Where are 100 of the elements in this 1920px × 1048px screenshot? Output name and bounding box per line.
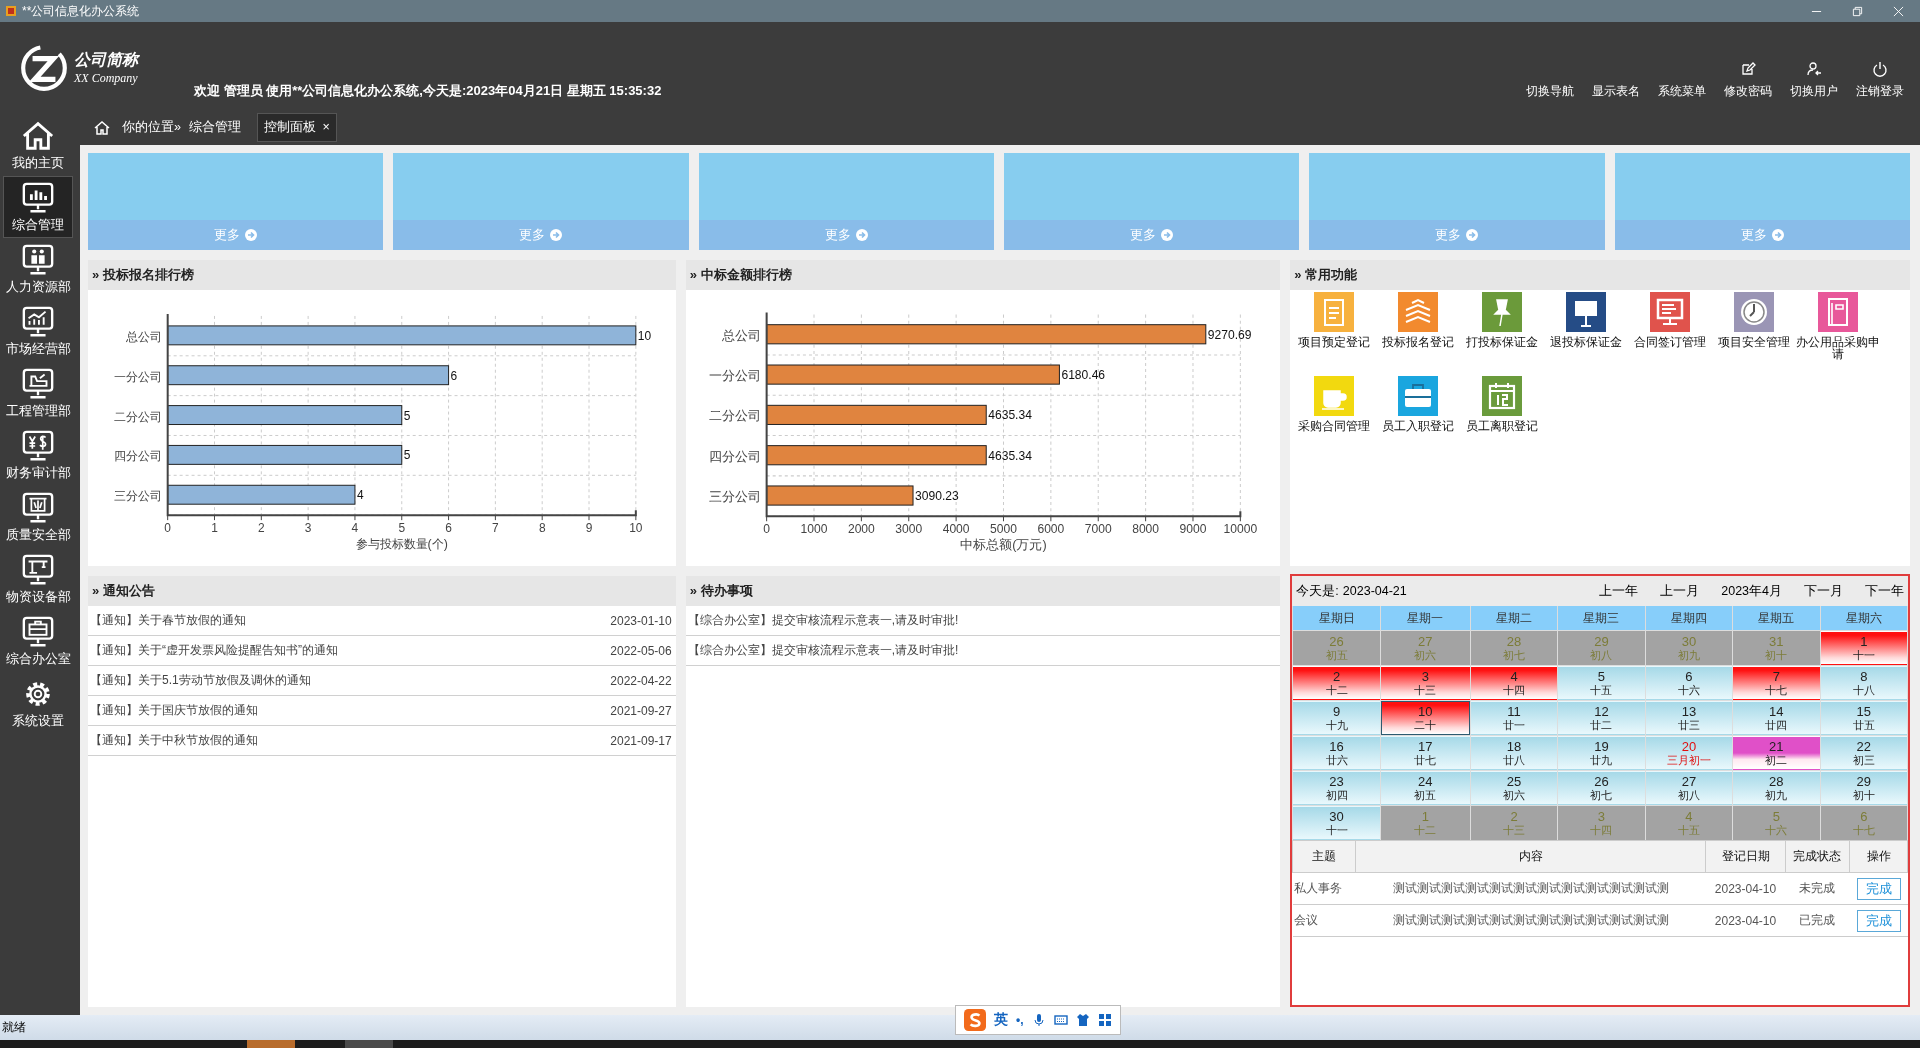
- calendar-day[interactable]: 18 廿八: [1470, 736, 1558, 770]
- calendar-day[interactable]: 7 十七: [1733, 666, 1820, 700]
- calendar-day[interactable]: 9 十九: [1293, 701, 1380, 735]
- calendar-day[interactable]: 17 廿七: [1380, 736, 1470, 770]
- shortcut-item[interactable]: 员工入职登记: [1376, 376, 1461, 460]
- nav-link[interactable]: 下一月: [1804, 582, 1843, 600]
- calendar-day[interactable]: 5 十五: [1558, 666, 1645, 700]
- axis-title: 参与投标数量(个): [355, 537, 448, 551]
- calendar-day[interactable]: 13 廿三: [1645, 701, 1733, 735]
- sidebar-item[interactable]: 我的主页: [3, 114, 73, 176]
- calendar-day[interactable]: 4 十四: [1470, 666, 1558, 700]
- ime-logo-icon[interactable]: [964, 1009, 986, 1031]
- column-header: 登记日期: [1705, 840, 1786, 873]
- weekday-header: 星期六: [1820, 606, 1907, 630]
- sidebar-item[interactable]: 工程管理部: [3, 362, 73, 424]
- tick-label: 8000: [1131, 522, 1159, 537]
- sidebar-item[interactable]: 综合办公室: [3, 610, 73, 672]
- calendar-day[interactable]: 26 初七: [1558, 771, 1645, 805]
- close-icon[interactable]: [1893, 5, 1904, 17]
- calendar-day[interactable]: 6 十六: [1645, 666, 1733, 700]
- app-icon: [4, 4, 18, 18]
- data-label: 5: [403, 408, 411, 423]
- keyboard-icon[interactable]: [1053, 1013, 1068, 1027]
- header-menu-item[interactable]: 系统菜单: [1654, 83, 1710, 100]
- calendar-day[interactable]: 14 廿四: [1733, 701, 1820, 735]
- microphone-icon[interactable]: [1031, 1013, 1046, 1027]
- sidebar-item[interactable]: 质量安全部: [3, 486, 73, 548]
- header-menu-item[interactable]: 切换用户: [1786, 61, 1842, 100]
- sidebar-item[interactable]: 系统设置: [3, 672, 73, 734]
- calendar-day[interactable]: 11 廿一: [1470, 701, 1558, 735]
- header-menu-item[interactable]: 切换导航: [1522, 83, 1578, 100]
- notice-date: 2023-01-10: [610, 613, 672, 628]
- notice-link[interactable]: 【通知】关于国庆节放假的通知: [90, 702, 258, 719]
- shortcut-item[interactable]: 员工离职登记: [1460, 376, 1545, 460]
- shortcut-item[interactable]: 退投标保证金: [1544, 292, 1629, 376]
- shortcut-item[interactable]: 采购合同管理: [1292, 376, 1377, 460]
- ime-mode[interactable]: 英: [994, 1011, 1008, 1029]
- shortcut-item[interactable]: 项目预定登记: [1292, 292, 1377, 376]
- weekday-header: 星期二: [1470, 606, 1558, 630]
- breadcrumb-link[interactable]: 综合管理: [188, 119, 241, 136]
- restore-icon[interactable]: [1852, 5, 1863, 17]
- notice-link[interactable]: 【通知】关于中秋节放假的通知: [90, 732, 258, 749]
- tab[interactable]: 控制面板 ×: [256, 113, 337, 142]
- grid-icon[interactable]: [1097, 1013, 1112, 1027]
- complete-button[interactable]: 完成: [1856, 877, 1901, 900]
- nav-link[interactable]: 上一年: [1599, 582, 1639, 600]
- notice-link[interactable]: 【通知】关于“虚开发票风险提醒告知书”的通知: [90, 642, 338, 659]
- arrow-icon: [855, 229, 868, 241]
- sidebar-item[interactable]: 人力资源部: [3, 238, 73, 300]
- calendar-day[interactable]: 19 廿九: [1558, 736, 1645, 770]
- calendar-day[interactable]: 30 十一: [1293, 806, 1380, 840]
- header-menu-item[interactable]: 注销登录: [1852, 61, 1908, 100]
- calendar-day[interactable]: 25 初六: [1470, 771, 1558, 805]
- calendar-day[interactable]: 23 初四: [1293, 771, 1380, 805]
- axis-title: 中标总额(万元): [959, 538, 1047, 553]
- calendar-day[interactable]: 21 初二: [1733, 736, 1820, 770]
- calendar-day[interactable]: 10 二十: [1380, 701, 1470, 735]
- sidebar-item[interactable]: 物资设备部: [3, 548, 73, 610]
- todo-link[interactable]: 【综合办公室】提交审核流程示意表一,请及时审批!: [687, 642, 959, 659]
- sidebar-item[interactable]: 财务审计部: [3, 424, 73, 486]
- calendar-day[interactable]: 15 廿五: [1820, 701, 1907, 735]
- monitor-icon: [21, 552, 55, 587]
- monitor-icon: [21, 304, 55, 339]
- calendar-day[interactable]: 3 十三: [1380, 666, 1470, 700]
- shortcut-item[interactable]: 合同签订管理: [1628, 292, 1713, 376]
- shortcut-item[interactable]: 项目安全管理: [1712, 292, 1797, 376]
- data-label: 5: [403, 448, 411, 463]
- punctuation-toggle[interactable]: •,: [1016, 1013, 1024, 1027]
- shortcut-item[interactable]: 投标报名登记: [1376, 292, 1461, 376]
- notice-link[interactable]: 【通知】关于春节放假的通知: [90, 612, 246, 629]
- calendar-day[interactable]: 28 初九: [1733, 771, 1820, 805]
- calendar-day[interactable]: 1 十一: [1820, 631, 1907, 665]
- calendar-day[interactable]: 22 初三: [1820, 736, 1907, 770]
- calendar-day[interactable]: 16 廿六: [1293, 736, 1380, 770]
- calendar-day[interactable]: 12 廿二: [1558, 701, 1645, 735]
- todo-link[interactable]: 【综合办公室】提交审核流程示意表一,请及时审批!: [687, 612, 959, 629]
- calendar-day[interactable]: 27 初八: [1645, 771, 1733, 805]
- shortcut-item[interactable]: 打投标保证金: [1460, 292, 1545, 376]
- header-menu-item[interactable]: 显示表名: [1588, 83, 1644, 100]
- calendar-day[interactable]: 20 三月初一: [1645, 736, 1733, 770]
- nav-link[interactable]: 下一年: [1865, 582, 1904, 600]
- calendar-day[interactable]: 29 初十: [1820, 771, 1907, 805]
- tick-label: 0: [762, 522, 770, 537]
- calendar-day[interactable]: 8 十八: [1820, 666, 1907, 700]
- complete-button[interactable]: 完成: [1856, 909, 1901, 932]
- calendar-day[interactable]: 24 初五: [1380, 771, 1470, 805]
- nav-link[interactable]: 上一月: [1660, 582, 1700, 600]
- breadcrumb-label: 你的位置»: [122, 119, 181, 136]
- shirt-icon[interactable]: [1075, 1013, 1090, 1027]
- close-icon[interactable]: ×: [322, 120, 330, 134]
- monitor-icon: [21, 490, 55, 525]
- weekday-header: 星期五: [1733, 606, 1820, 630]
- calendar-day[interactable]: 2 十二: [1293, 666, 1380, 700]
- sidebar-item[interactable]: 综合管理: [3, 176, 73, 238]
- shortcut-item[interactable]: 办公用品采购申请: [1796, 292, 1881, 376]
- sidebar-item[interactable]: 市场经营部: [3, 300, 73, 362]
- header-menu-item[interactable]: 修改密码: [1720, 61, 1776, 100]
- notice-date: 2022-05-06: [610, 643, 672, 658]
- notice-link[interactable]: 【通知】关于5.1劳动节放假及调休的通知: [90, 672, 311, 689]
- home-icon[interactable]: [94, 119, 110, 136]
